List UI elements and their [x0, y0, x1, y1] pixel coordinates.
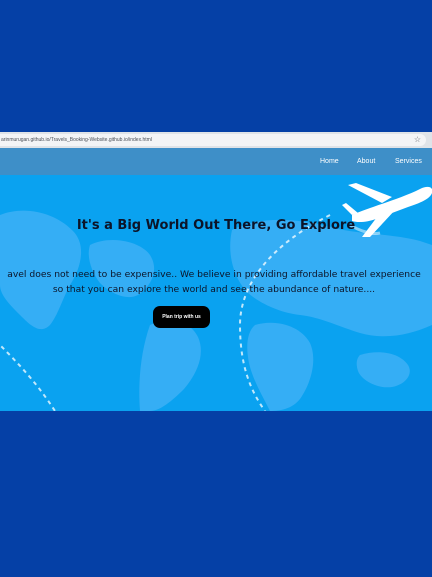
address-bar: arinmurugan.github.io/Travels_Booking-We…: [0, 132, 432, 148]
star-icon[interactable]: ☆: [414, 134, 421, 146]
hero-description-line-2: so that you can explore the world and se…: [52, 284, 376, 295]
browser-window: arinmurugan.github.io/Travels_Booking-We…: [0, 132, 432, 411]
plan-trip-button[interactable]: Plan trip with us: [153, 306, 210, 328]
url-field[interactable]: arinmurugan.github.io/Travels_Booking-We…: [0, 134, 426, 146]
nav-about-link[interactable]: About: [357, 148, 375, 175]
hero-headline: It's a Big World Out There, Go Explore: [76, 218, 356, 233]
nav-home-link[interactable]: Home: [320, 148, 339, 175]
hero-section: It's a Big World Out There, Go Explore a…: [0, 175, 432, 411]
nav-services-link[interactable]: Services: [395, 148, 422, 175]
hero-description: avel does not need to be expensive.. We …: [0, 267, 432, 297]
hero-description-line-1: avel does not need to be expensive.. We …: [7, 269, 421, 280]
site-navbar: Home About Services: [0, 148, 432, 175]
